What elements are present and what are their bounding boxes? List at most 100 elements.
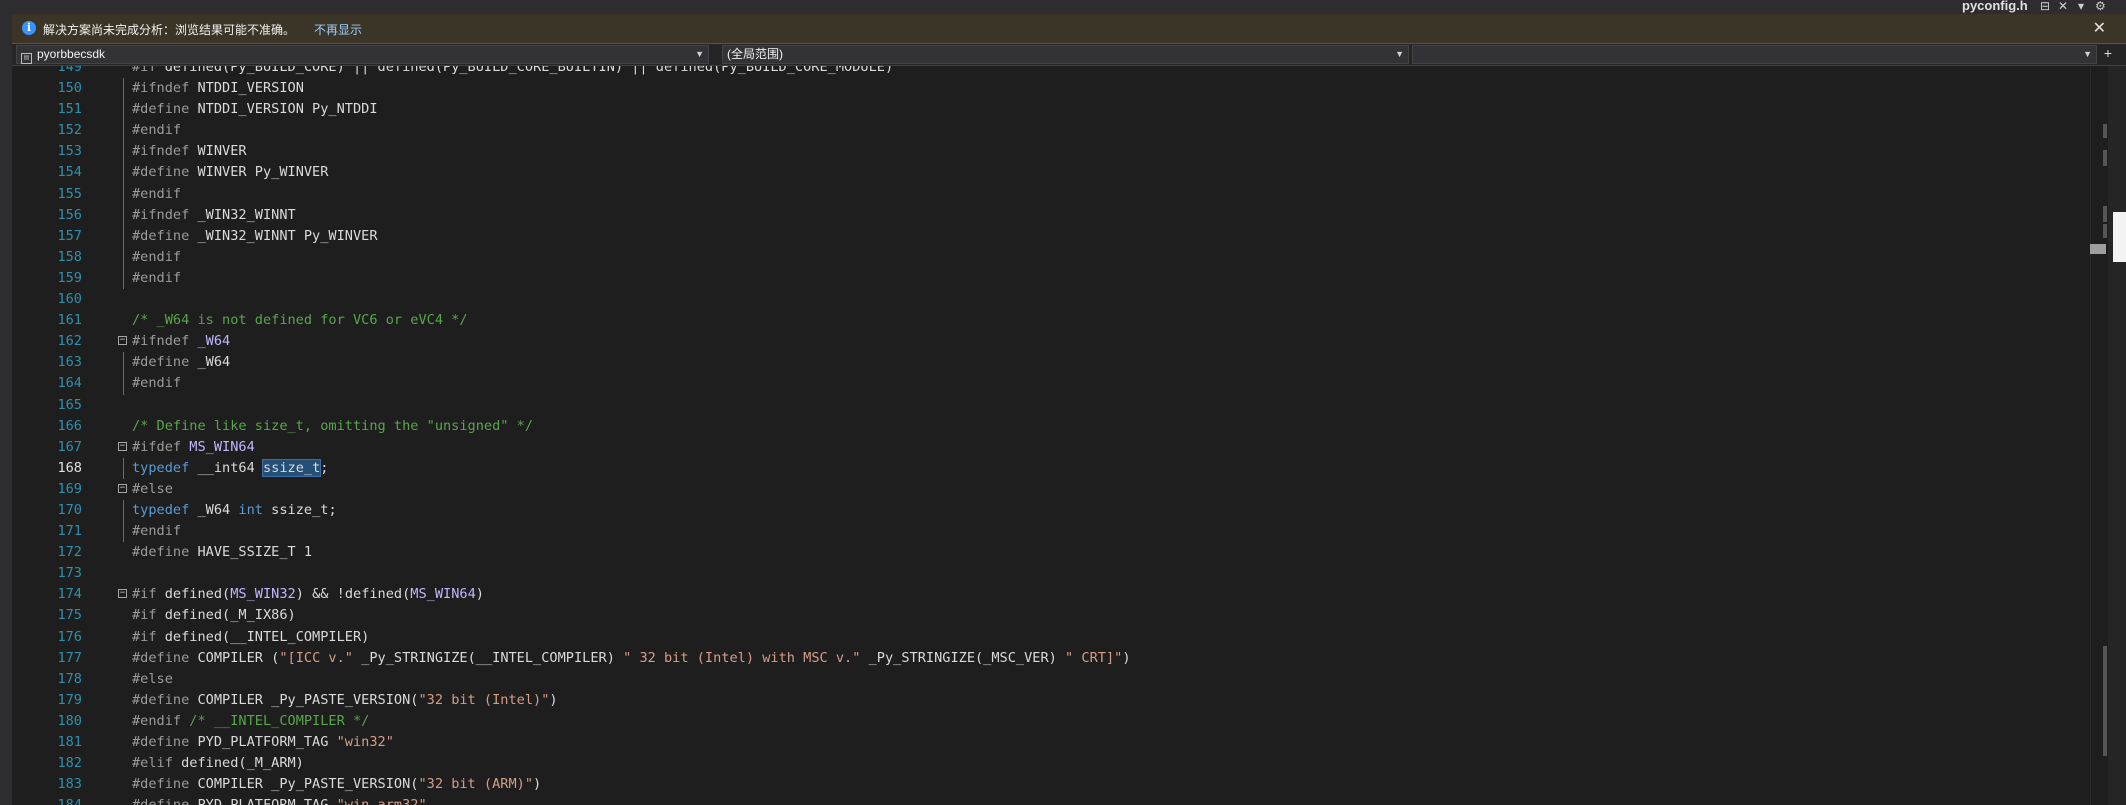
info-bar: i 解决方案尚未完成分析：浏览结果可能不准确。 不再显示 ✕ (12, 14, 2126, 44)
code-line[interactable]: 179 #define COMPILER _Py_PASTE_VERSION("3… (12, 690, 2090, 711)
code-line[interactable]: 181 #define PYD_PLATFORM_TAG "win32" (12, 732, 2090, 753)
line-number: 164 (57, 375, 82, 392)
fold-guide (123, 499, 124, 522)
member-dropdown[interactable]: ▼ (1412, 45, 2097, 64)
code-line[interactable]: 169 − #else (12, 479, 2090, 500)
code-line[interactable]: 175 #if defined(_M_IX86) (12, 605, 2090, 626)
code-line[interactable]: 164 #endif (12, 373, 2090, 395)
line-number: 154 (57, 164, 82, 181)
fold-guide (123, 352, 124, 374)
code-line[interactable]: 170 typedef _W64 int ssize_t; (12, 499, 2090, 522)
fold-minus-icon[interactable]: − (118, 336, 127, 346)
code-text: typedef _W64 int ssize_t; (132, 501, 337, 518)
code-text: #if defined(_M_IX86) (132, 607, 296, 624)
side-panel (2108, 66, 2126, 805)
line-number: 178 (57, 670, 82, 687)
line-number: 158 (57, 248, 82, 265)
code-line[interactable]: 156 #ifndef _WIN32_WINNT (12, 204, 2090, 226)
code-line[interactable]: 159 #endif (12, 267, 2090, 290)
chevron-down-icon: ▼ (2083, 49, 2092, 59)
code-text: #define NTDDI_VERSION Py_NTDDI (132, 101, 378, 118)
code-text: #define HAVE_SSIZE_T 1 (132, 544, 313, 561)
line-number: 177 (57, 649, 82, 666)
fold-guide (123, 457, 124, 479)
code-text: #define WINVER Py_WINVER (132, 164, 329, 181)
fold-minus-icon[interactable]: − (118, 441, 127, 451)
close-tab-icon[interactable]: ✕ (2058, 0, 2068, 13)
code-line[interactable]: 152 #endif (12, 120, 2090, 142)
code-text: #ifdef MS_WIN64 (132, 438, 255, 455)
fold-guide (123, 204, 124, 226)
dont-show-again-link[interactable]: 不再显示 (314, 21, 362, 38)
code-line[interactable]: 178 #else (12, 669, 2090, 690)
code-line[interactable]: 154 #define WINVER Py_WINVER (12, 162, 2090, 184)
fold-guide (123, 141, 124, 163)
code-line[interactable]: 180 #endif /* __INTEL_COMPILER */ (12, 711, 2090, 732)
project-dropdown[interactable]: ▤ pyorbbecsdk ▼ (16, 45, 709, 64)
code-line[interactable]: 183 #define COMPILER _Py_PASTE_VERSION("3… (12, 774, 2090, 795)
code-text: #ifndef _W64 (132, 333, 231, 350)
code-line[interactable]: 162 − #ifndef _W64 (12, 331, 2090, 352)
code-line[interactable]: 155 #endif (12, 183, 2090, 205)
code-line[interactable]: 160 (12, 289, 2090, 310)
code-line[interactable]: 166 /* Define like size_t, omitting the "… (12, 416, 2090, 437)
code-line[interactable]: 171 #endif (12, 521, 2090, 543)
code-line[interactable]: 153 #ifndef WINVER (12, 141, 2090, 163)
code-line[interactable]: 176 #if defined(__INTEL_COMPILER) (12, 627, 2090, 648)
fold-guide (123, 120, 124, 142)
code-line[interactable]: 157 #define _WIN32_WINNT Py_WINVER (12, 225, 2090, 247)
code-editor[interactable]: 149 #if defined(Py_BUILD_CORE) || defined… (12, 66, 2090, 805)
code-line[interactable]: 173 (12, 563, 2090, 584)
code-line[interactable]: 151 #define NTDDI_VERSION Py_NTDDI (12, 99, 2090, 121)
keep-tab-open-icon[interactable]: ⊟ (2040, 0, 2050, 13)
fold-guide (123, 521, 124, 543)
project-icon: ▤ (21, 53, 32, 64)
scope-dropdown[interactable]: (全局范围) ▼ (722, 45, 1409, 64)
code-text: #define PYD_PLATFORM_TAG "win32" (132, 734, 394, 750)
line-number: 162 (57, 333, 82, 350)
code-lines: 149 #if defined(Py_BUILD_CORE) || defined… (12, 66, 2090, 805)
line-number: 172 (57, 544, 82, 561)
code-line[interactable]: 150 #ifndef NTDDI_VERSION (12, 78, 2090, 100)
tab-dropdown-icon[interactable]: ▾ (2078, 0, 2084, 13)
code-line[interactable]: 167 − #ifdef MS_WIN64 (12, 437, 2090, 458)
document-tab-strip (0, 0, 2126, 14)
line-number: 160 (57, 291, 82, 308)
code-line[interactable]: 182 #elif defined(_M_ARM) (12, 753, 2090, 774)
code-text: #endif (132, 248, 182, 265)
fold-guide (123, 183, 124, 205)
code-line[interactable]: 149 #if defined(Py_BUILD_CORE) || defined… (12, 66, 2090, 78)
line-number: 184 (12, 795, 82, 805)
document-tab-title[interactable]: pyconfig.h (1962, 0, 2028, 13)
close-icon[interactable]: ✕ (2093, 18, 2106, 38)
code-line[interactable]: 165 (12, 395, 2090, 416)
fold-guide (123, 267, 124, 290)
vertical-scrollbar[interactable] (2090, 66, 2109, 805)
fold-minus-icon[interactable]: − (118, 589, 127, 599)
project-name: pyorbbecsdk (37, 47, 106, 61)
code-line[interactable]: 177 #define COMPILER ("[ICC v." _Py_STRIN… (12, 648, 2090, 669)
code-line[interactable]: 163 #define _W64 (12, 352, 2090, 374)
line-number: 153 (57, 143, 82, 160)
add-split-icon[interactable]: + (2104, 45, 2112, 61)
scrollbar-thumb[interactable] (2090, 244, 2106, 254)
code-line[interactable]: 161 /* _W64 is not defined for VC6 or eVC… (12, 310, 2090, 331)
code-text: #else (132, 670, 173, 687)
line-number: 155 (57, 185, 82, 202)
code-line[interactable]: 174 − #if defined(MS_WIN32) && !defined(MS… (12, 584, 2090, 605)
code-text: #endif /* __INTEL_COMPILER */ (132, 712, 370, 729)
line-number: 176 (57, 628, 82, 645)
fold-minus-icon[interactable]: − (118, 483, 127, 493)
line-number: 171 (57, 523, 82, 540)
scroll-marker (2103, 124, 2107, 138)
line-number: 163 (57, 354, 82, 371)
line-number: 165 (57, 396, 82, 413)
code-line[interactable]: 184 #define PYD_PLATFORM_TAG "win_arm32" (12, 795, 2090, 805)
code-line[interactable]: 158 #endif (12, 246, 2090, 268)
settings-gear-icon[interactable]: ⚙ (2095, 0, 2106, 13)
line-number: 161 (57, 312, 82, 329)
chevron-down-icon: ▼ (695, 49, 704, 59)
code-text: #endif (132, 269, 182, 286)
code-line[interactable]: 172 #define HAVE_SSIZE_T 1 (12, 542, 2090, 563)
code-line[interactable]: 168 typedef __int64 ssize_t; (12, 457, 2090, 479)
